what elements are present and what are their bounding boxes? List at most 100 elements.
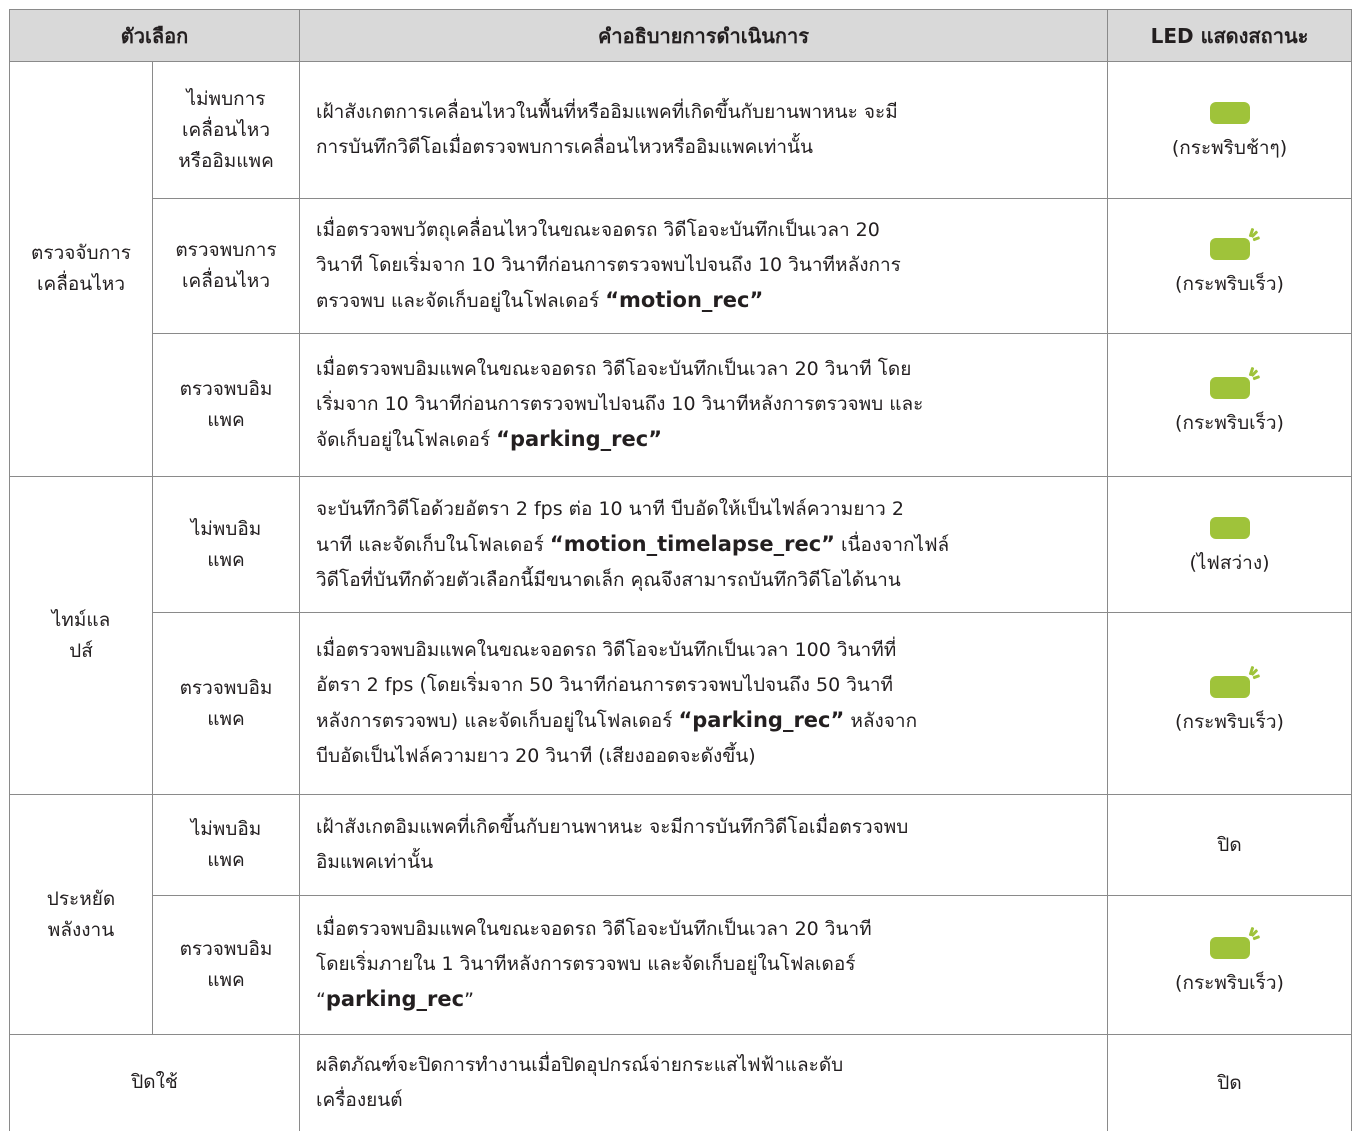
folder-name: parking_rec: [325, 987, 465, 1011]
sub-option: ตรวจพบการเคลื่อนไหว: [152, 198, 300, 334]
description-text: หลังจาก: [844, 710, 918, 732]
led-blinking-icon: [1206, 926, 1260, 959]
led-status-label: (ไฟสว่าง): [1189, 551, 1270, 574]
description-text: เฝ้าสังเกตการเคลื่อนไหวในพื้นที่หรืออิมแ…: [316, 101, 898, 123]
description-text: วินาที โดยเริ่มจาก 10 วินาทีก่อนการตรวจพ…: [316, 254, 901, 276]
led-blinking-icon: [1206, 665, 1260, 698]
folder-name: “parking_rec”: [678, 708, 845, 732]
sub-option: ตรวจพบอิมแพค: [152, 895, 300, 1035]
description-line: อัตรา 2 fps (โดยเริ่มจาก 50 วินาทีก่อนกา…: [316, 668, 1099, 703]
led-steady-icon: [1206, 513, 1254, 539]
table-row: ตรวจพบอิมแพค เมื่อตรวจพบอิมแพคในขณะจอดรถ…: [10, 895, 1352, 1035]
led-bar: [1209, 238, 1250, 260]
description-line: เมื่อตรวจพบวัตถุเคลื่อนไหวในขณะจอดรถ วิด…: [316, 213, 1099, 248]
table-row: ตรวจพบการเคลื่อนไหว เมื่อตรวจพบวัตถุเคลื…: [10, 198, 1352, 334]
folder-name: “motion_rec”: [605, 288, 764, 312]
led-status: (ไฟสว่าง): [1107, 476, 1352, 613]
description-text: จะบันทึกวิดีโอด้วยอัตรา 2 fps ต่อ 10 นาท…: [316, 497, 904, 520]
description-line: หลังการตรวจพบ) และจัดเก็บอยู่ในโฟลเดอร์ …: [316, 703, 1099, 739]
table-row: ตรวจพบอิมแพค เมื่อตรวจพบอิมแพคในขณะจอดรถ…: [10, 612, 1352, 795]
description-text: วิดีโอที่บันทึกด้วยตัวเลือกนี้มีขนาดเล็ก…: [316, 568, 901, 591]
description-text: เมื่อตรวจพบอิมแพคในขณะจอดรถ วิดีโอจะบันท…: [316, 639, 897, 661]
description-text: จัดเก็บอยู่ในโฟลเดอร์: [316, 429, 497, 451]
description-text: อิมแพคเท่านั้น: [316, 851, 434, 873]
led-status: (กระพริบเร็ว): [1107, 333, 1352, 477]
folder-name: “motion_timelapse_rec”: [549, 531, 835, 556]
led-blinking-icon: [1206, 366, 1260, 399]
table-row: ตรวจจับการ เคลื่อนไหว ไม่พบการ เคลื่อนไหวห…: [9, 61, 1352, 477]
led-status-label: (กระพริบเร็ว): [1175, 972, 1284, 994]
sub-option: ตรวจพบอิมแพค: [152, 612, 300, 795]
sub-option-line: แพค: [207, 849, 245, 871]
option-disabled: ปิดใช้: [9, 1034, 300, 1131]
led-status-label: ปิด: [1217, 834, 1242, 856]
description: ผลิตภัณฑ์จะปิดการทำงานเมื่อปิดอุปกรณ์จ่า…: [299, 1034, 1108, 1131]
description-line: ผลิตภัณฑ์จะปิดการทำงานเมื่อปิดอุปกรณ์จ่า…: [316, 1048, 1099, 1083]
description: เมื่อตรวจพบอิมแพคในขณะจอดรถ วิดีโอจะบันท…: [299, 612, 1108, 795]
description: เฝ้าสังเกตการเคลื่อนไหวในพื้นที่หรืออิมแ…: [299, 61, 1108, 199]
sub-option-line: แพค: [207, 409, 245, 431]
description-line: เมื่อตรวจพบอิมแพคในขณะจอดรถ วิดีโอจะบันท…: [316, 912, 1099, 947]
sub-option-line: ตรวจพบอิม: [179, 676, 273, 699]
description-text: การบันทึกวิดีโอเมื่อตรวจพบการเคลื่อนไหวห…: [316, 136, 814, 158]
description: จะบันทึกวิดีโอด้วยอัตรา 2 fps ต่อ 10 นาท…: [299, 476, 1108, 613]
description-line: เฝ้าสังเกตการเคลื่อนไหวในพื้นที่หรืออิมแ…: [316, 95, 1099, 130]
table-row: ประหยัด พลังงาน ไม่พบอิม แพค เฝ้าสังเกตอิม…: [9, 794, 1352, 1035]
description: เมื่อตรวจพบวัตถุเคลื่อนไหวในขณะจอดรถ วิด…: [299, 198, 1108, 334]
description-line: การบันทึกวิดีโอเมื่อตรวจพบการเคลื่อนไหวห…: [316, 130, 1099, 165]
led-status: ปิด: [1107, 794, 1352, 896]
description-line: เมื่อตรวจพบอิมแพคในขณะจอดรถ วิดีโอจะบันท…: [316, 352, 1099, 387]
description: เมื่อตรวจพบอิมแพคในขณะจอดรถ วิดีโอจะบันท…: [299, 333, 1108, 477]
description-text: เมื่อตรวจพบอิมแพคในขณะจอดรถ วิดีโอจะบันท…: [316, 358, 912, 380]
description-text: เมื่อตรวจพบวัตถุเคลื่อนไหวในขณะจอดรถ วิด…: [316, 219, 880, 241]
header-description: คำอธิบายการดำเนินการ: [299, 9, 1108, 62]
description-line: เครื่องยนต์: [316, 1083, 1099, 1118]
description-text: หลังการตรวจพบ) และจัดเก็บอยู่ในโฟลเดอร์: [316, 710, 679, 732]
description-text: เนื่องจากไฟล์: [835, 533, 950, 556]
description-line: “parking_rec”: [316, 982, 1099, 1018]
sub-option-line: แพค: [207, 969, 245, 991]
led-status: ปิด: [1107, 1034, 1352, 1131]
sub-option-line: เคลื่อนไหว: [182, 270, 270, 292]
description-text: ตรวจพบ และจัดเก็บอยู่ในโฟลเดอร์: [316, 290, 606, 312]
folder-name: “parking_rec”: [496, 427, 662, 451]
sub-option-line: ตรวจพบการ: [175, 239, 277, 261]
description-line: ตรวจพบ และจัดเก็บอยู่ในโฟลเดอร์ “motion_…: [316, 283, 1099, 319]
group-power-saving: ประหยัด พลังงาน: [9, 794, 153, 1035]
led-bar: [1209, 675, 1250, 698]
sub-option-line: หรืออิมแพค: [178, 149, 274, 172]
led-bar: [1209, 937, 1250, 959]
description-line: จะบันทึกวิดีโอด้วยอัตรา 2 fps ต่อ 10 นาท…: [316, 492, 1099, 527]
description-line: เมื่อตรวจพบอิมแพคในขณะจอดรถ วิดีโอจะบันท…: [316, 633, 1099, 668]
sub-option: ตรวจพบอิมแพค: [152, 333, 300, 477]
group-motion-detection: ตรวจจับการ เคลื่อนไหว: [9, 61, 153, 477]
description-text: “: [316, 989, 326, 1011]
description-line: โดยเริ่มภายใน 1 วินาทีหลังการตรวจพบ และจ…: [316, 947, 1099, 982]
led-bar: [1209, 377, 1250, 399]
led-bar: [1209, 102, 1250, 124]
description-text: อัตรา 2 fps (โดยเริ่มจาก 50 วินาทีก่อนกา…: [316, 674, 894, 696]
description-text: เริ่มจาก 10 วินาทีก่อนการตรวจพบไปจนถึง 1…: [316, 393, 924, 415]
description-line: บีบอัดเป็นไฟล์ความยาว 20 วินาที (เสียงออ…: [316, 739, 1099, 774]
sub-option-line: ไม่พบอิม: [190, 517, 262, 540]
sub-option-line: ตรวจพบอิม: [179, 938, 273, 960]
description-text: เมื่อตรวจพบอิมแพคในขณะจอดรถ วิดีโอจะบันท…: [316, 918, 872, 940]
group-timelapse: ไทม์แล ปส์: [9, 476, 153, 795]
description-line: เริ่มจาก 10 วินาทีก่อนการตรวจพบไปจนถึง 1…: [316, 387, 1099, 422]
description-line: อิมแพคเท่านั้น: [316, 845, 1099, 880]
led-blinking-icon: [1206, 227, 1260, 260]
description-line: วินาที โดยเริ่มจาก 10 วินาทีก่อนการตรวจพ…: [316, 248, 1099, 283]
description-text: เครื่องยนต์: [316, 1088, 403, 1111]
description-text: โดยเริ่มภายใน 1 วินาทีหลังการตรวจพบ และจ…: [316, 953, 856, 975]
sub-option-line: ไม่พบอิม: [190, 818, 262, 840]
sub-option-line: เคลื่อนไหว: [182, 118, 270, 141]
led-status-label: (กระพริบเร็ว): [1175, 710, 1284, 733]
led-status: (กระพริบเร็ว): [1107, 895, 1352, 1035]
sub-option-line: แพค: [207, 707, 245, 730]
led-status-label: (กระพริบเร็ว): [1175, 412, 1284, 434]
description-text: บีบอัดเป็นไฟล์ความยาว 20 วินาที (เสียงออ…: [316, 745, 756, 767]
sub-option-line: ตรวจพบอิม: [179, 378, 273, 400]
led-status-label: (กระพริบเร็ว): [1175, 273, 1284, 295]
sub-option-line: แพค: [207, 548, 245, 571]
description-line: วิดีโอที่บันทึกด้วยตัวเลือกนี้มีขนาดเล็ก…: [316, 563, 1099, 598]
